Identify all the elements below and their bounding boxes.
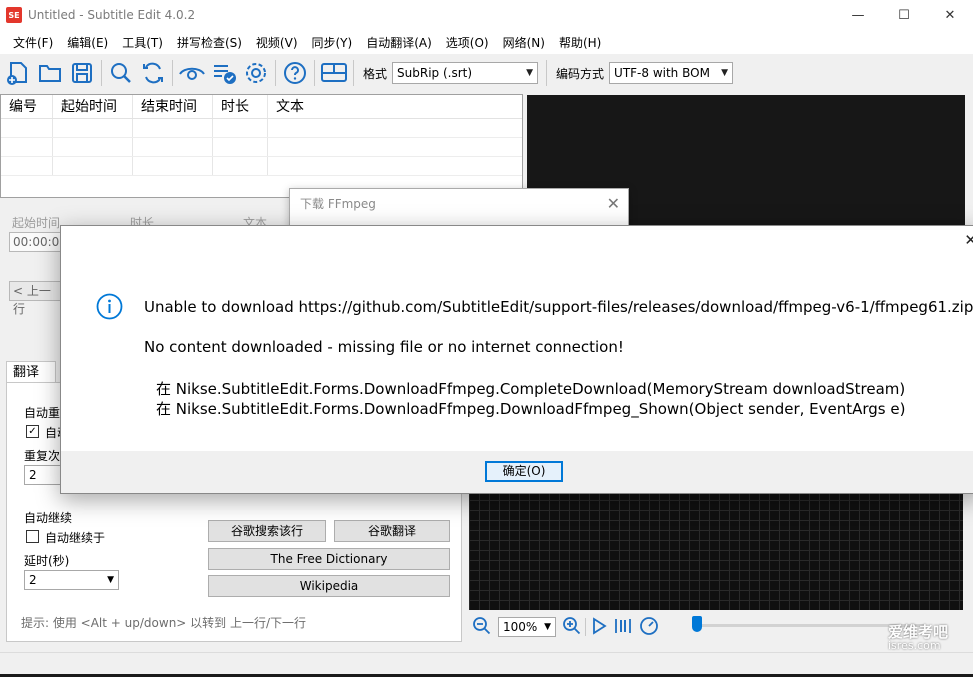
close-icon[interactable]: ✕ xyxy=(607,194,620,213)
chevron-down-icon: ▼ xyxy=(721,68,729,78)
encoding-select[interactable]: UTF-8 with BOM ▼ xyxy=(609,62,734,84)
encoding-label: 编码方式 xyxy=(556,66,605,81)
navigation-hint: 提示: 使用 <Alt + up/down> 以转到 上一行/下一行 xyxy=(21,616,307,630)
watermark: 爱维考吧 isres.com xyxy=(888,625,948,653)
settings-icon[interactable] xyxy=(240,57,272,89)
auto-continue-group-label: 自动继续 xyxy=(24,511,73,525)
google-translate-button[interactable]: 谷歌翻译 xyxy=(334,520,450,542)
visual-sync-icon[interactable] xyxy=(176,57,208,89)
delay-value: 2 xyxy=(29,573,37,587)
delay-label: 延时(秒) xyxy=(24,554,70,568)
auto-continue-checkbox[interactable] xyxy=(26,530,39,543)
toolbar-separator xyxy=(314,60,315,86)
column-end-time[interactable]: 结束时间 xyxy=(133,95,213,118)
delay-select[interactable]: 2 ▼ xyxy=(24,570,119,590)
column-start-time[interactable]: 起始时间 xyxy=(53,95,133,118)
menu-video[interactable]: 视频(V) xyxy=(249,34,305,51)
menu-help[interactable]: 帮助(H) xyxy=(552,34,608,51)
auto-continue-checkbox-label: 自动继续于 xyxy=(45,531,106,545)
save-icon[interactable] xyxy=(66,57,98,89)
new-file-icon[interactable] xyxy=(2,57,34,89)
table-row xyxy=(1,119,522,138)
table-row xyxy=(1,138,522,157)
menu-edit[interactable]: 编辑(E) xyxy=(60,34,115,51)
previous-line-button[interactable]: < 上一行 xyxy=(9,281,61,316)
format-label: 格式 xyxy=(363,66,388,81)
help-icon[interactable] xyxy=(279,57,311,89)
spell-check-icon[interactable] xyxy=(208,57,240,89)
position-slider-thumb[interactable] xyxy=(692,616,702,632)
maximize-button[interactable]: ☐ xyxy=(881,0,927,30)
app-icon: SE xyxy=(6,7,22,23)
menu-auto-translate[interactable]: 自动翻译(A) xyxy=(359,34,439,51)
error-message-box: ✕ Unable to download https://github.com/… xyxy=(60,225,973,494)
title-bar: SE Untitled - Subtitle Edit 4.0.2 — ☐ ✕ xyxy=(0,0,973,30)
menu-options[interactable]: 选项(O) xyxy=(439,34,496,51)
zoom-select[interactable]: 100% ▼ xyxy=(498,617,556,637)
menu-sync[interactable]: 同步(Y) xyxy=(305,34,360,51)
toolbar-separator xyxy=(172,60,173,86)
toolbar-separator xyxy=(585,618,586,636)
chevron-down-icon: ▼ xyxy=(544,622,551,632)
ok-button[interactable]: 确定(O) xyxy=(485,461,563,482)
play-icon[interactable] xyxy=(589,616,609,639)
pause-icon[interactable] xyxy=(613,616,633,639)
encoding-value: UTF-8 with BOM xyxy=(614,66,710,80)
close-button[interactable]: ✕ xyxy=(927,0,973,30)
start-time-label: 起始时间 xyxy=(12,216,61,230)
toolbar-separator xyxy=(546,60,548,86)
search-icon[interactable] xyxy=(105,57,137,89)
replace-icon[interactable] xyxy=(137,57,169,89)
chevron-down-icon: ▼ xyxy=(107,575,114,585)
table-row xyxy=(1,157,522,176)
stack-trace-line2: 在 Nikse.SubtitleEdit.Forms.DownloadFfmpe… xyxy=(156,400,906,418)
column-text[interactable]: 文本 xyxy=(268,95,522,118)
menu-tools[interactable]: 工具(T) xyxy=(115,34,170,51)
watermark-line2: isres.com xyxy=(888,639,941,652)
subtitle-grid[interactable]: 编号 起始时间 结束时间 时长 文本 xyxy=(0,94,523,198)
layout-icon[interactable] xyxy=(318,57,350,89)
zoom-value: 100% xyxy=(503,620,538,634)
error-message-line1: Unable to download https://github.com/Su… xyxy=(144,298,973,316)
minimize-button[interactable]: — xyxy=(835,0,881,30)
toolbar-separator xyxy=(353,60,354,86)
menu-bar: 文件(F) 编辑(E) 工具(T) 拼写检查(S) 视频(V) 同步(Y) 自动… xyxy=(0,30,973,54)
format-select[interactable]: SubRip (.srt) ▼ xyxy=(392,62,539,84)
open-folder-icon[interactable] xyxy=(34,57,66,89)
wikipedia-button[interactable]: Wikipedia xyxy=(208,575,450,597)
error-message-line2: No content downloaded - missing file or … xyxy=(144,338,624,356)
message-box-body: Unable to download https://github.com/Su… xyxy=(61,256,973,451)
free-dictionary-button[interactable]: The Free Dictionary xyxy=(208,548,450,570)
grid-header: 编号 起始时间 结束时间 时长 文本 xyxy=(1,95,522,119)
format-value: SubRip (.srt) xyxy=(397,66,473,80)
zoom-in-icon[interactable] xyxy=(562,616,582,639)
google-search-button[interactable]: 谷歌搜索该行 xyxy=(208,520,326,542)
toolbar-separator xyxy=(101,60,102,86)
info-icon xyxy=(96,293,123,320)
chevron-down-icon: ▼ xyxy=(526,68,534,78)
auto-repeat-group-label: 自动重 xyxy=(24,406,61,420)
auto-repeat-checkbox[interactable]: ✓ xyxy=(26,425,39,438)
tab-translate[interactable]: 翻译 xyxy=(6,361,56,383)
menu-file[interactable]: 文件(F) xyxy=(6,34,60,51)
close-icon[interactable]: ✕ xyxy=(964,231,973,249)
start-time-input[interactable]: 00:00:00 xyxy=(9,232,67,252)
column-duration[interactable]: 时长 xyxy=(213,95,268,118)
repeat-count-select[interactable]: 2 xyxy=(24,465,64,485)
repeat-count-value: 2 xyxy=(29,468,37,482)
repeat-count-label: 重复次 xyxy=(24,449,61,463)
menu-networking[interactable]: 网络(N) xyxy=(496,34,552,51)
watermark-line1: 爱维考吧 xyxy=(888,623,949,641)
playback-speed-icon[interactable] xyxy=(639,616,659,639)
stack-trace-line1: 在 Nikse.SubtitleEdit.Forms.DownloadFfmpe… xyxy=(156,380,906,398)
toolbar: 格式 SubRip (.srt) ▼ 编码方式 UTF-8 with BOM ▼ xyxy=(0,55,973,91)
message-box-title-bar: ✕ xyxy=(61,226,973,256)
waveform-view[interactable] xyxy=(469,480,963,610)
column-number[interactable]: 编号 xyxy=(1,95,53,118)
zoom-out-icon[interactable] xyxy=(472,616,492,639)
download-ffmpeg-title: 下载 FFmpeg xyxy=(300,197,376,211)
menu-spellcheck[interactable]: 拼写检查(S) xyxy=(170,34,249,51)
toolbar-separator xyxy=(275,60,276,86)
window-title: Untitled - Subtitle Edit 4.0.2 xyxy=(28,8,196,22)
